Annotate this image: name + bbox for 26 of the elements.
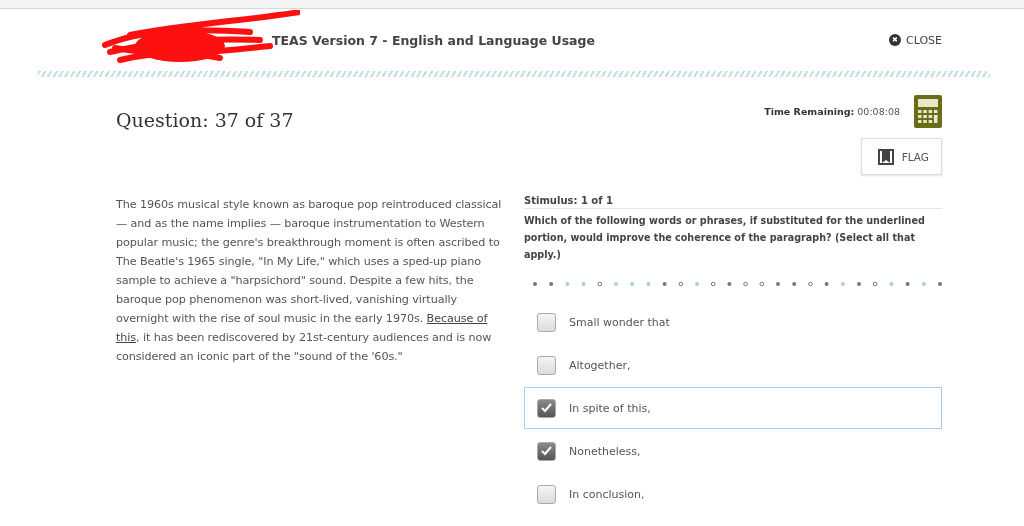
checkbox[interactable] xyxy=(537,441,556,461)
check-icon xyxy=(541,446,552,456)
checkbox[interactable] xyxy=(537,398,556,418)
option-label: Altogether, xyxy=(569,358,631,372)
option-label: Nonetheless, xyxy=(569,444,641,458)
answer-option[interactable]: In spite of this, xyxy=(524,387,942,429)
checkbox[interactable] xyxy=(537,312,556,332)
option-label: In conclusion, xyxy=(569,487,645,501)
answer-option[interactable]: Small wonder that xyxy=(524,301,942,343)
time-remaining: Time Remaining: 00:08:08 xyxy=(764,106,900,117)
answer-option[interactable]: Altogether, xyxy=(524,344,942,386)
answer-option[interactable]: Nonetheless, xyxy=(524,430,942,472)
exam-title: TEAS Version 7 - English and Language Usage xyxy=(272,32,595,48)
flag-button[interactable]: FLAG xyxy=(860,138,942,175)
checkbox[interactable] xyxy=(537,484,556,504)
option-label: Small wonder that xyxy=(569,315,670,329)
check-icon xyxy=(541,403,552,413)
question-prompt: Which of the following words or phrases, if substituted for the underlined portion, would improve the coherence of the paragraph? (Select all that apply.) xyxy=(524,214,926,262)
bookmark-icon xyxy=(875,147,896,166)
stimulus-label: Stimulus: 1 of 1 xyxy=(524,195,942,209)
passage-text: The 1960s musical style known as baroque pop reintroduced classical — and as the name implies — baroque instrumentation to Western popular music; the genre's breakthrough moment is often ascribed to The Beatle's 1965 single, "In My Life," which uses a sped-up piano sample to achieve a "harpsichord" sound. Despite a few hits, the baroque pop phenomenon was short-lived, vanishing virtually overnight with the rise of soul music in the early 1970s. Because of this, it has been rediscovered by 21st-century audiences and is now considered an iconic part of the "sound of the '60s." xyxy=(116,197,502,365)
calculator-icon[interactable] xyxy=(914,95,942,128)
checkbox[interactable] xyxy=(537,355,556,375)
option-label: In spite of this, xyxy=(569,401,651,415)
answer-option[interactable]: In conclusion, xyxy=(524,473,942,515)
question-title: Question: 37 of 37 xyxy=(116,109,294,131)
